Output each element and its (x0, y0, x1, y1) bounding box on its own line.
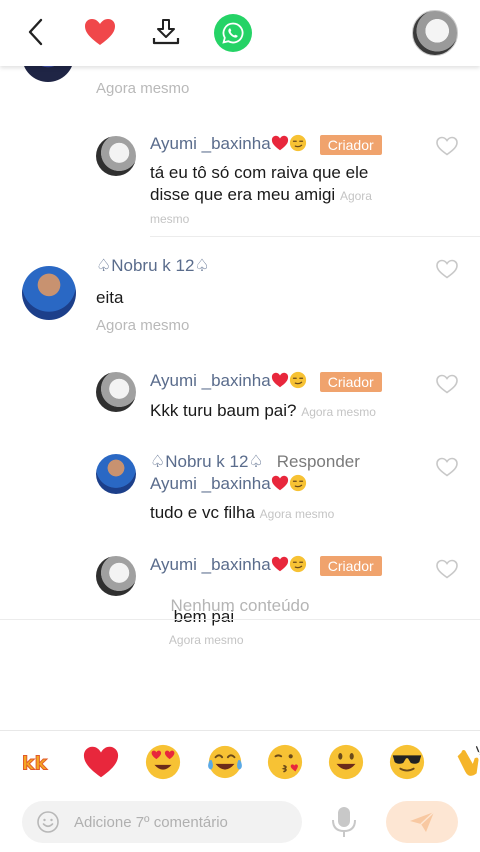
empty-state-text: Nenhum conteúdo (170, 596, 310, 615)
red-heart-emoji-icon (271, 556, 288, 572)
svg-text:kk: kk (22, 753, 48, 775)
comment-timestamp: Agora mesmo (96, 80, 190, 97)
reply-timestamp: Agora mesmo (168, 633, 244, 647)
reply-timestamp: Agora mesmo (259, 507, 335, 521)
reply-header: Ayumi _baxinha Criador (150, 371, 420, 392)
divider (150, 236, 480, 237)
user-name[interactable]: Ayumi _baxinha (150, 134, 271, 153)
reply-text: tudo e vc filha (150, 503, 255, 522)
comment-composer (22, 801, 302, 843)
smirk-emoji-icon (289, 134, 306, 152)
chevron-left-icon (28, 18, 43, 46)
user-name[interactable]: ♤Nobru k 12♤ (96, 256, 210, 276)
reply-header: Ayumi _baxinha Criador (150, 555, 420, 576)
user-name[interactable]: Ayumi _baxinha (150, 555, 271, 574)
red-heart-emoji-icon (271, 135, 288, 151)
divider (0, 619, 480, 620)
reply-body: Kkk turu baum pai? Agora mesmo (150, 400, 412, 423)
send-button[interactable] (386, 801, 458, 843)
reply-header: Ayumi _baxinha Criador (150, 134, 420, 155)
reply-body: tá eu tô só com raiva que ele disse que … (150, 162, 412, 230)
reply-body: tudo e vc filha Agora mesmo (150, 502, 412, 525)
avatar[interactable] (22, 66, 74, 82)
back-button[interactable] (16, 12, 56, 52)
heart-outline-icon[interactable] (436, 457, 458, 477)
whatsapp-icon (222, 22, 244, 44)
avatar[interactable] (96, 454, 136, 494)
comment-text: eita (96, 288, 124, 307)
top-bar (0, 0, 480, 66)
heart-outline-icon[interactable] (436, 559, 458, 579)
heart-outline-icon[interactable] (436, 136, 458, 156)
comment-feed[interactable]: Agora mesmo Ayumi _baxinha Criador tá eu… (0, 66, 480, 730)
reply-text: tá eu tô só com raiva que ele disse que … (150, 163, 369, 204)
smirk-emoji-icon (289, 371, 306, 389)
creator-badge: Criador (319, 371, 382, 392)
sunglasses-icon[interactable] (388, 743, 426, 781)
heart-outline-icon[interactable] (436, 259, 458, 279)
heart-icon (85, 19, 115, 45)
smiley-icon[interactable] (327, 743, 365, 781)
tears-of-joy-icon[interactable] (206, 743, 244, 781)
avatar[interactable] (22, 266, 76, 320)
emoji-bar: kk (0, 730, 480, 794)
kkk-sticker-icon[interactable]: kk (20, 743, 58, 781)
comment-timestamp: Agora mesmo (96, 317, 190, 334)
microphone-icon[interactable] (330, 805, 358, 839)
user-name[interactable]: Ayumi _baxinha (150, 371, 271, 390)
download-icon (152, 19, 180, 45)
reply-to-line: Ayumi _baxinha (150, 474, 420, 494)
user-name[interactable]: ♤Nobru k 12♤ (150, 452, 264, 471)
clapping-hands-icon[interactable] (450, 743, 480, 781)
emoji-picker-icon[interactable] (36, 810, 60, 834)
download-button[interactable] (146, 12, 186, 52)
avatar[interactable] (96, 372, 136, 412)
reply-timestamp: Agora mesmo (301, 405, 376, 419)
heart-outline-icon[interactable] (436, 374, 458, 394)
heart-eyes-icon[interactable] (144, 743, 182, 781)
reply-to-user[interactable]: Ayumi _baxinha (150, 474, 271, 493)
avatar[interactable] (96, 556, 136, 596)
reply-text: Kkk turu baum pai? (150, 401, 297, 420)
kissing-face-icon[interactable] (266, 743, 304, 781)
red-heart-emoji-icon (271, 475, 288, 491)
smirk-emoji-icon (289, 474, 306, 492)
whatsapp-share-button[interactable] (214, 14, 252, 52)
like-button[interactable] (80, 12, 120, 52)
red-heart-emoji-icon (271, 372, 288, 388)
profile-avatar[interactable] (412, 10, 458, 56)
creator-badge: Criador (319, 555, 382, 576)
send-icon (410, 811, 435, 832)
avatar[interactable] (96, 136, 136, 176)
reply-action-label[interactable]: Responder (277, 452, 360, 471)
smirk-emoji-icon (289, 555, 306, 573)
creator-badge: Criador (319, 134, 382, 155)
comment-input[interactable] (74, 801, 294, 843)
red-heart-icon[interactable] (82, 743, 120, 781)
reply-header: ♤Nobru k 12♤ Responder (150, 452, 420, 472)
